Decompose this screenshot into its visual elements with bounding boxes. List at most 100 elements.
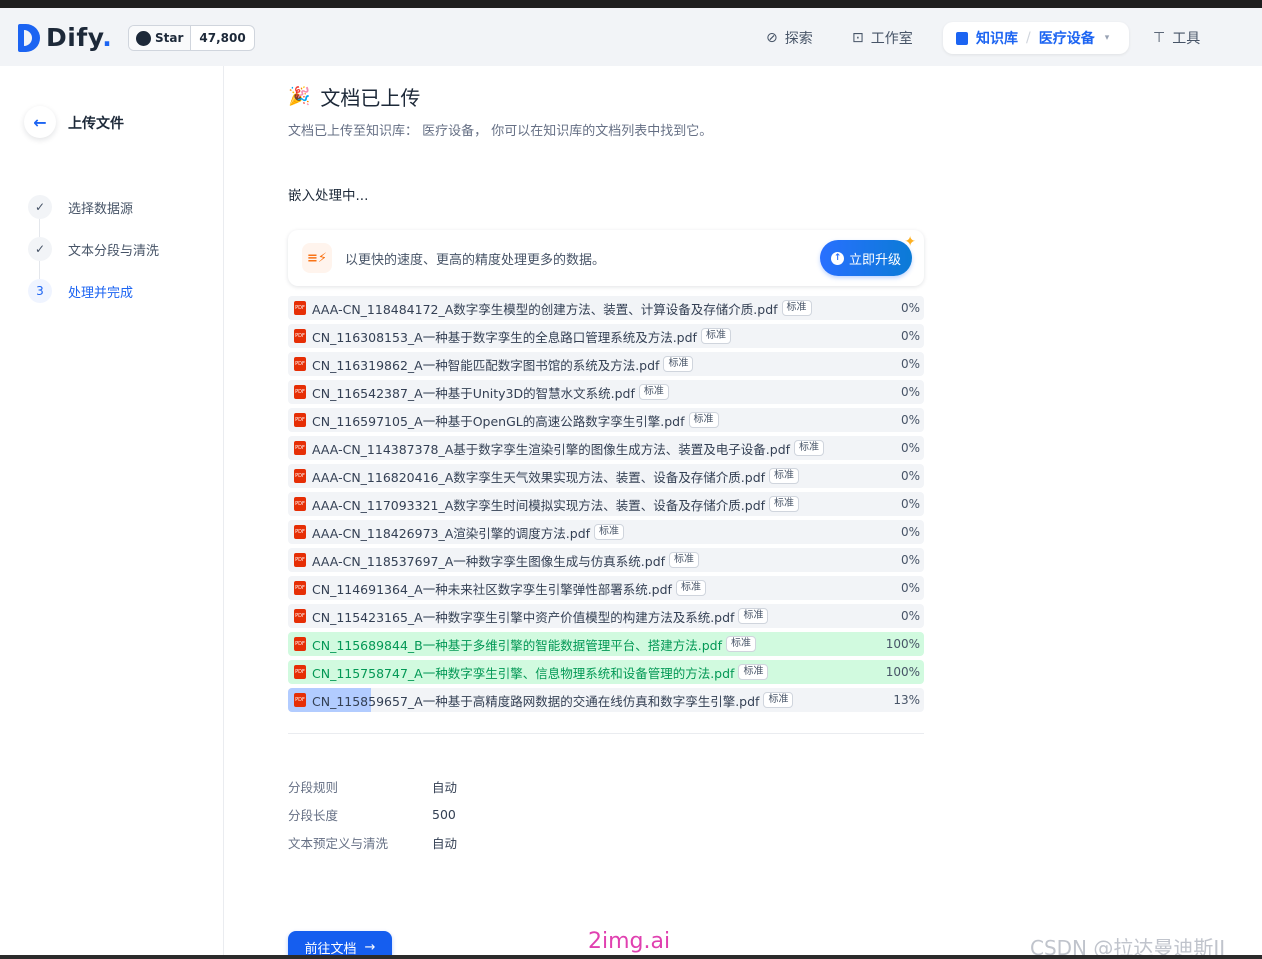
dify-logo-icon bbox=[18, 23, 40, 52]
top-navigation-bar: Dify. Star 47,800 ⊘ 探索 ⊡ 工作室 知识库 / 医疗设备 … bbox=[0, 8, 1262, 66]
progress-percent: 100% bbox=[885, 637, 920, 651]
segment-mode-badge: 标准 bbox=[594, 524, 625, 540]
pdf-file-icon: PDF bbox=[294, 469, 306, 483]
pdf-file-icon: PDF bbox=[294, 497, 306, 511]
progress-percent: 0% bbox=[900, 301, 920, 315]
star-label: Star bbox=[155, 31, 184, 45]
pdf-file-icon: PDF bbox=[294, 413, 306, 427]
progress-percent: 0% bbox=[900, 553, 920, 567]
file-name: CN_116542387_A一种基于Unity3D的智慧水文系统.pdf bbox=[312, 385, 635, 401]
file-name: CN_115859657_A一种基于高精度路网数据的交通在线仿真和数字孪生引擎.… bbox=[312, 693, 760, 709]
dataset-selector[interactable]: 医疗设备 bbox=[1039, 28, 1095, 48]
party-popper-icon: 🎉 bbox=[288, 86, 311, 107]
progress-percent: 0% bbox=[900, 581, 920, 595]
segment-mode-badge: 标准 bbox=[663, 356, 694, 372]
file-name: CN_115758747_A一种数字孪生引擎、信息物理系统和设备管理的方法.pd… bbox=[312, 665, 735, 681]
file-name: AAA-CN_114387378_A基于数字孪生渲染引擎的图像生成方法、装置及电… bbox=[312, 441, 791, 457]
github-icon bbox=[136, 30, 151, 46]
processing-rules: 分段规则 自动 分段长度 500 文本预定义与清洗 自动 bbox=[288, 772, 457, 856]
pdf-file-icon: PDF bbox=[294, 301, 306, 315]
star-count: 47,800 bbox=[199, 31, 246, 45]
step-select-source: ✓ 选择数据源 bbox=[28, 195, 133, 219]
hammer-icon: ⊤ bbox=[1153, 30, 1166, 46]
window-bottom-bar bbox=[0, 955, 1262, 959]
dify-logo[interactable]: Dify. bbox=[18, 23, 112, 52]
file-row: PDF CN_116319862_A一种智能匹配数字图书馆的系统及方法.pdf … bbox=[288, 352, 924, 376]
file-row: PDF CN_116308153_A一种基于数字孪生的全息路口管理系统及方法.p… bbox=[288, 324, 924, 348]
sparkle-icon: ✦ bbox=[904, 234, 916, 250]
rule-key: 分段规则 bbox=[288, 779, 339, 795]
file-name: CN_116308153_A一种基于数字孪生的全息路口管理系统及方法.pdf bbox=[312, 329, 697, 345]
app-window: Dify. Star 47,800 ⊘ 探索 ⊡ 工作室 知识库 / 医疗设备 … bbox=[0, 8, 1262, 955]
check-icon: ✓ bbox=[28, 237, 52, 261]
upgrade-button[interactable]: ↑ 立即升级 bbox=[820, 240, 912, 276]
nav-studio[interactable]: ⊡ 工作室 bbox=[852, 22, 913, 54]
step-segment-clean: ✓ 文本分段与清洗 bbox=[28, 237, 159, 261]
arrow-right-icon: → bbox=[364, 939, 376, 955]
file-row: PDF CN_115758747_A一种数字孪生引擎、信息物理系统和设备管理的方… bbox=[288, 660, 924, 684]
segment-mode-badge: 标准 bbox=[738, 608, 769, 624]
nav-knowledge[interactable]: 知识库 / 医疗设备 ▾ bbox=[943, 22, 1129, 54]
check-icon: ✓ bbox=[28, 195, 52, 219]
lightning-icon: ≡⚡ bbox=[302, 243, 332, 273]
upgrade-banner: ≡⚡ 以更快的速度、更高的精度处理更多的数据。 ↑ 立即升级 ✦ bbox=[288, 230, 924, 286]
file-row: PDF CN_115689844_B一种基于多维引擎的智能数据管理平台、搭建方法… bbox=[288, 632, 924, 656]
rule-row: 分段长度 500 bbox=[288, 800, 457, 828]
file-name: AAA-CN_117093321_A数字孪生时间模拟实现方法、装置、设备及存储介… bbox=[312, 497, 766, 513]
rule-value: 自动 bbox=[432, 835, 458, 851]
nav-knowledge-label: 知识库 bbox=[976, 31, 1018, 47]
nav-explore[interactable]: ⊘ 探索 bbox=[766, 22, 813, 54]
watermark-center: 2img.ai bbox=[588, 929, 671, 954]
file-row: PDF AAA-CN_118484172_A数字孪生模型的创建方法、装置、计算设… bbox=[288, 296, 924, 320]
file-name: CN_114691364_A一种未来社区数字孪生引擎弹性部署系统.pdf bbox=[312, 581, 672, 597]
sidebar-title: 上传文件 bbox=[68, 116, 124, 132]
page-title: 文档已上传 bbox=[320, 86, 421, 110]
file-name: AAA-CN_118537697_A一种数字孪生图像生成与仿真系统.pdf bbox=[312, 553, 666, 569]
rule-row: 文本预定义与清洗 自动 bbox=[288, 828, 457, 856]
chevron-down-icon: ▾ bbox=[1104, 33, 1110, 43]
segment-mode-badge: 标准 bbox=[781, 300, 812, 316]
upgrade-icon: ↑ bbox=[830, 251, 844, 265]
file-row: PDF CN_116597105_A一种基于OpenGL的高速公路数字孪生引擎.… bbox=[288, 408, 924, 432]
progress-percent: 0% bbox=[900, 525, 920, 539]
file-progress-list: PDF AAA-CN_118484172_A数字孪生模型的创建方法、装置、计算设… bbox=[288, 296, 924, 716]
book-icon bbox=[956, 31, 968, 45]
file-row: PDF AAA-CN_118537697_A一种数字孪生图像生成与仿真系统.pd… bbox=[288, 548, 924, 572]
robot-icon: ⊡ bbox=[852, 30, 864, 46]
segment-mode-badge: 标准 bbox=[638, 384, 669, 400]
file-row: PDF AAA-CN_114387378_A基于数字孪生渲染引擎的图像生成方法、… bbox=[288, 436, 924, 460]
rule-value: 500 bbox=[432, 806, 456, 822]
pdf-file-icon: PDF bbox=[294, 441, 306, 455]
file-name: AAA-CN_118484172_A数字孪生模型的创建方法、装置、计算设备及存储… bbox=[312, 301, 778, 317]
nav-tools[interactable]: ⊤ 工具 bbox=[1153, 22, 1200, 54]
rule-key: 文本预定义与清洗 bbox=[288, 835, 389, 851]
pdf-file-icon: PDF bbox=[294, 525, 306, 539]
pdf-file-icon: PDF bbox=[294, 665, 306, 679]
file-row: PDF CN_114691364_A一种未来社区数字孪生引擎弹性部署系统.pdf… bbox=[288, 576, 924, 600]
embedding-status: 嵌入处理中... bbox=[288, 188, 369, 204]
pdf-file-icon: PDF bbox=[294, 385, 306, 399]
logo-text: Dify bbox=[46, 23, 103, 52]
watermark-corner: CSDN @拉达曼迪斯II bbox=[1030, 936, 1226, 955]
segment-mode-badge: 标准 bbox=[794, 440, 825, 456]
progress-percent: 0% bbox=[900, 413, 920, 427]
rule-key: 分段长度 bbox=[288, 807, 339, 823]
file-row: PDF CN_116542387_A一种基于Unity3D的智慧水文系统.pdf… bbox=[288, 380, 924, 404]
pdf-file-icon: PDF bbox=[294, 637, 306, 651]
file-name: CN_115423165_A一种数字孪生引擎中资产价值模型的构建方法及系统.pd… bbox=[312, 609, 735, 625]
segment-mode-badge: 标准 bbox=[669, 552, 700, 568]
segment-mode-badge: 标准 bbox=[763, 692, 794, 708]
file-row: PDF CN_115423165_A一种数字孪生引擎中资产价值模型的构建方法及系… bbox=[288, 604, 924, 628]
progress-percent: 0% bbox=[900, 609, 920, 623]
step-number: 3 bbox=[28, 279, 52, 303]
segment-mode-badge: 标准 bbox=[688, 412, 719, 428]
file-name: CN_115689844_B一种基于多维引擎的智能数据管理平台、搭建方法.pdf bbox=[312, 637, 722, 653]
pdf-file-icon: PDF bbox=[294, 581, 306, 595]
page-subtitle: 文档已上传至知识库： 医疗设备， 你可以在知识库的文档列表中找到它。 bbox=[288, 124, 713, 139]
file-name: CN_116319862_A一种智能匹配数字图书馆的系统及方法.pdf bbox=[312, 357, 660, 373]
pdf-file-icon: PDF bbox=[294, 693, 306, 707]
github-star-button[interactable]: Star 47,800 bbox=[128, 25, 255, 51]
go-to-documents-button[interactable]: 前往文档 → bbox=[288, 931, 392, 955]
pdf-file-icon: PDF bbox=[294, 357, 306, 371]
back-button[interactable]: ← bbox=[24, 106, 56, 138]
